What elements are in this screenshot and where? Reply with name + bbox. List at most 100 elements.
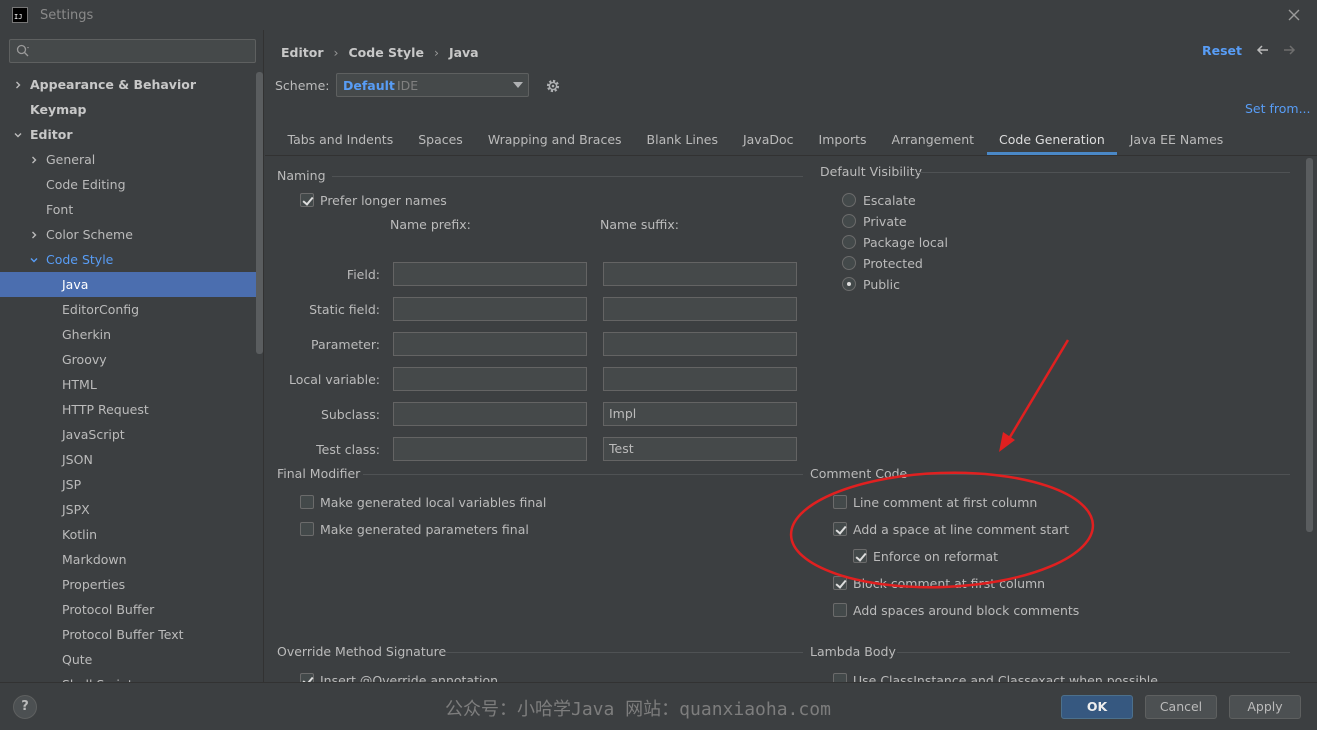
sidebar-item-groovy[interactable]: Groovy [0, 347, 263, 372]
apply-button[interactable]: Apply [1229, 695, 1301, 719]
block-comment-at-first-column-checkbox[interactable] [833, 576, 847, 590]
tab-javadoc[interactable]: JavaDoc [730, 127, 806, 155]
test-class-prefix-input[interactable] [393, 437, 587, 461]
tab-blank-lines[interactable]: Blank Lines [634, 127, 730, 155]
visibility-package-local-radio[interactable] [842, 235, 856, 249]
sidebar-item-keymap[interactable]: Keymap [0, 97, 263, 122]
prefer-longer-names-checkbox[interactable] [300, 193, 314, 207]
parameter-suffix-input[interactable] [603, 332, 797, 356]
local-variable-suffix-input[interactable] [603, 367, 797, 391]
insert-override-annotation-checkbox[interactable] [300, 673, 314, 682]
test-class-suffix-input[interactable]: Test [603, 437, 797, 461]
prefer-longer-names-label: Prefer longer names [320, 193, 447, 208]
use-classinstance-and-classexact-when-possible-checkbox[interactable] [833, 673, 847, 682]
visibility-protected-radio[interactable] [842, 256, 856, 270]
sidebar-item-gherkin[interactable]: Gherkin [0, 322, 263, 347]
sidebar-item-editor[interactable]: Editor [0, 122, 263, 147]
sidebar-item-kotlin[interactable]: Kotlin [0, 522, 263, 547]
breadcrumb-code-style[interactable]: Code Style [349, 45, 424, 60]
make-generated-local-variables-final-checkbox[interactable] [300, 495, 314, 509]
sidebar-item-code-editing[interactable]: Code Editing [0, 172, 263, 197]
sidebar-item-java[interactable]: Java [0, 272, 263, 297]
field-suffix-input[interactable] [603, 262, 797, 286]
sidebar-item-qute[interactable]: Qute [0, 647, 263, 672]
make-generated-parameters-final-checkbox[interactable] [300, 522, 314, 536]
final-modifier-title: Final Modifier [277, 466, 361, 481]
tab-java-ee-names[interactable]: Java EE Names [1117, 127, 1236, 155]
naming-row-label: Subclass: [320, 407, 380, 422]
chevron-right-icon[interactable] [28, 222, 40, 247]
visibility-public-radio[interactable] [842, 277, 856, 291]
sidebar-item-editorconfig[interactable]: EditorConfig [0, 297, 263, 322]
tab-tabs-and-indents[interactable]: Tabs and Indents [275, 127, 406, 155]
chevron-down-icon[interactable] [12, 122, 24, 147]
line-comment-at-first-column-checkbox[interactable] [833, 495, 847, 509]
sidebar-scrollbar[interactable] [256, 72, 263, 354]
lambda-body-title: Lambda Body [810, 644, 896, 659]
tab-arrangement[interactable]: Arrangement [879, 127, 987, 155]
breadcrumb-java: Java [448, 44, 479, 60]
close-icon[interactable] [1285, 6, 1303, 24]
visibility-escalate-radio[interactable] [842, 193, 856, 207]
forward-arrow-icon[interactable] [1281, 42, 1297, 58]
sidebar-item-protocol-buffer-text[interactable]: Protocol Buffer Text [0, 622, 263, 647]
tab-wrapping-and-braces[interactable]: Wrapping and Braces [475, 127, 634, 155]
sidebar-item-html[interactable]: HTML [0, 372, 263, 397]
sidebar-item-javascript[interactable]: JavaScript [0, 422, 263, 447]
scheme-value: Default [343, 78, 395, 93]
sidebar-item-label: Font [46, 202, 74, 217]
sidebar-item-jspx[interactable]: JSPX [0, 497, 263, 522]
static-field-prefix-input[interactable] [393, 297, 587, 321]
sidebar-item-http-request[interactable]: HTTP Request [0, 397, 263, 422]
add-spaces-around-block-comments-label: Add spaces around block comments [853, 603, 1080, 618]
sidebar-item-font[interactable]: Font [0, 197, 263, 222]
static-field-suffix-input[interactable] [603, 297, 797, 321]
back-arrow-icon[interactable] [1255, 42, 1271, 58]
chevron-right-icon[interactable] [28, 147, 40, 172]
parameter-prefix-input[interactable] [393, 332, 587, 356]
sidebar-item-label: Gherkin [62, 327, 112, 342]
sidebar-item-label: Protocol Buffer Text [62, 627, 184, 642]
comment-code-title: Comment Code [810, 466, 908, 481]
local-variable-prefix-input[interactable] [393, 367, 587, 391]
code-generation-content: Naming Prefer longer names Name prefix: … [265, 156, 1305, 682]
chevron-right-icon[interactable] [12, 72, 24, 97]
ok-button[interactable]: OK [1061, 695, 1133, 719]
search-input[interactable] [9, 39, 256, 63]
field-prefix-input[interactable] [393, 262, 587, 286]
sidebar-item-color-scheme[interactable]: Color Scheme [0, 222, 263, 247]
sidebar-item-label: Color Scheme [46, 227, 133, 242]
add-a-space-at-line-comment-start-checkbox[interactable] [833, 522, 847, 536]
sidebar-item-jsp[interactable]: JSP [0, 472, 263, 497]
subclass-prefix-input[interactable] [393, 402, 587, 426]
cancel-button[interactable]: Cancel [1145, 695, 1217, 719]
sidebar-item-protocol-buffer[interactable]: Protocol Buffer [0, 597, 263, 622]
sidebar-item-label: Markdown [62, 552, 127, 567]
tab-spaces[interactable]: Spaces [406, 127, 476, 155]
scheme-dropdown[interactable]: Default IDE [336, 73, 529, 97]
enforce-on-reformat-checkbox[interactable] [853, 549, 867, 563]
add-spaces-around-block-comments-checkbox[interactable] [833, 603, 847, 617]
sidebar-item-appearance-behavior[interactable]: Appearance & Behavior [0, 72, 263, 97]
visibility-private-radio[interactable] [842, 214, 856, 228]
tab-imports[interactable]: Imports [806, 127, 879, 155]
reset-link[interactable]: Reset [1202, 43, 1242, 58]
content-scrollbar[interactable] [1305, 156, 1315, 682]
sidebar-item-shell-script[interactable]: Shell Script [0, 672, 263, 682]
sidebar-item-markdown[interactable]: Markdown [0, 547, 263, 572]
sidebar-item-general[interactable]: General [0, 147, 263, 172]
subclass-suffix-input[interactable]: Impl [603, 402, 797, 426]
sidebar-item-json[interactable]: JSON [0, 447, 263, 472]
tab-code-generation[interactable]: Code Generation [986, 127, 1118, 155]
chevron-down-icon[interactable] [28, 247, 40, 272]
breadcrumb-editor[interactable]: Editor [281, 45, 324, 60]
gear-icon[interactable] [544, 77, 562, 95]
help-button[interactable]: ? [13, 695, 37, 719]
sidebar-item-code-style[interactable]: Code Style [0, 247, 263, 272]
scrollbar-thumb[interactable] [1306, 158, 1313, 532]
sidebar-item-label: Kotlin [62, 527, 97, 542]
set-from-link[interactable]: Set from... [1245, 101, 1311, 116]
sidebar-item-properties[interactable]: Properties [0, 572, 263, 597]
sidebar-item-label: Keymap [30, 102, 87, 117]
visibility-private-label: Private [863, 214, 907, 229]
